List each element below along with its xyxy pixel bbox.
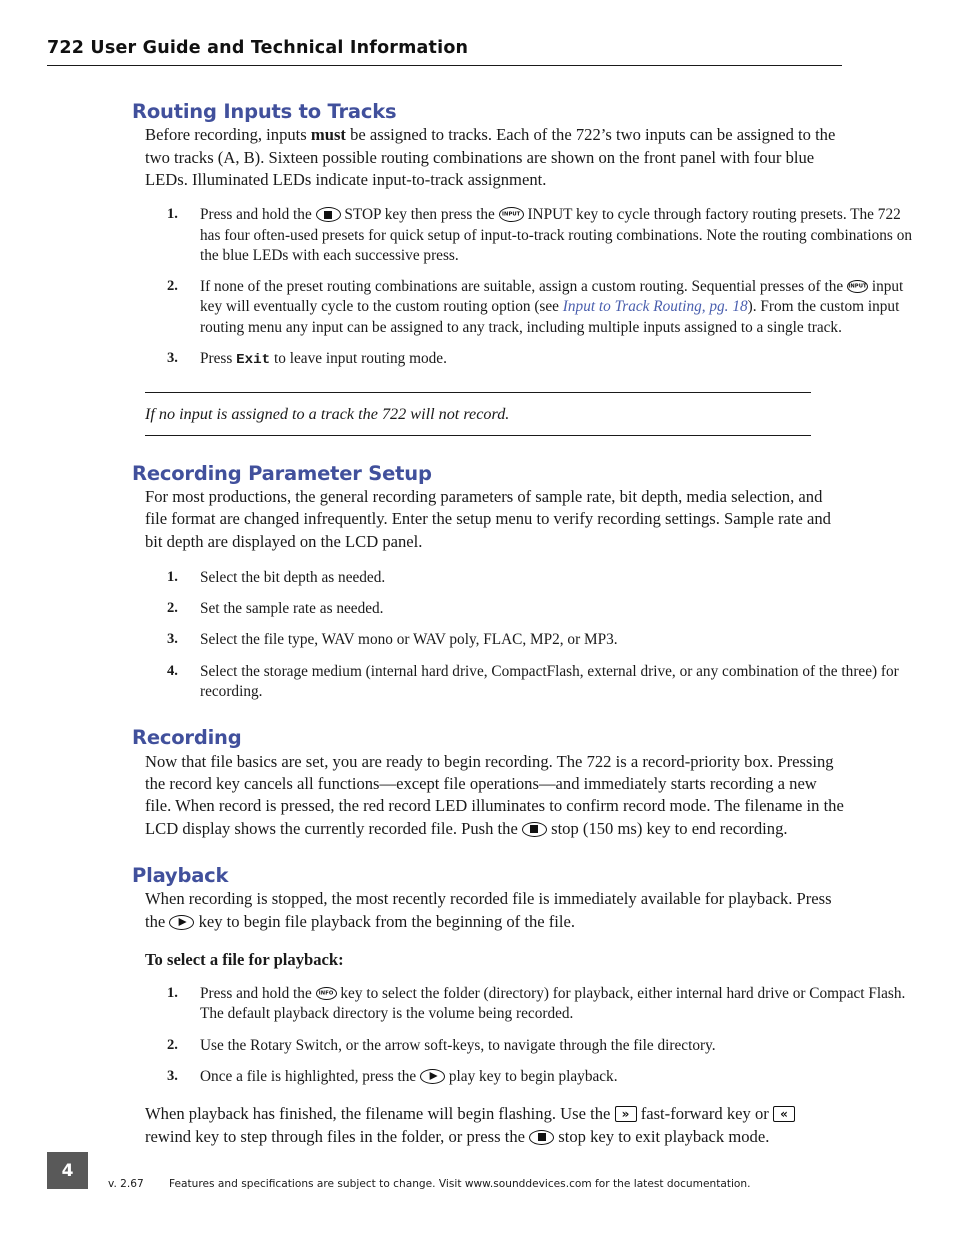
step-text: Select the storage medium (internal hard…	[200, 662, 899, 700]
routing-intro-bold: must	[310, 125, 346, 145]
step-number: 4.	[167, 662, 178, 679]
recording-setup-steps-list: 1. Select the bit depth as needed. 2. Set …	[47, 568, 899, 702]
section-heading-routing: Routing Inputs to Tracks	[132, 100, 397, 123]
step-number: 2.	[167, 1036, 178, 1053]
step-text-a: Once a file is highlighted, press the	[200, 1067, 421, 1085]
fast-forward-key-icon: »	[614, 1106, 637, 1123]
rewind-key-icon: «	[772, 1106, 795, 1123]
step-number: 3.	[167, 349, 178, 366]
list-item: 2. If none of the preset routing combinat…	[167, 277, 922, 338]
running-header: 722 User Guide and Technical Information	[47, 38, 842, 66]
step-number: 2.	[167, 600, 178, 617]
page-number-badge: 4	[47, 1152, 88, 1189]
input-key-icon: INPUT	[498, 207, 524, 223]
input-key-icon: INPUT	[847, 280, 868, 294]
section-heading-recording: Recording	[132, 726, 242, 750]
step-text-a: Press and hold the	[200, 206, 316, 224]
stop-key-icon	[315, 207, 341, 223]
list-item: 3. Select the file type, WAV mono or WAV …	[167, 630, 922, 650]
play-triangle-glyph	[178, 918, 187, 927]
fast-forward-chevron-glyph: »	[621, 1107, 630, 1122]
step-text-b: STOP key then press the	[340, 206, 499, 224]
section-heading-recording-setup: Recording Parameter Setup	[132, 461, 432, 485]
step-number: 3.	[167, 631, 178, 648]
recording-setup-intro: For most productions, the general record…	[145, 486, 831, 551]
stop-key-icon	[521, 821, 547, 837]
note-rule-bottom	[145, 434, 811, 436]
document-content: Routing Inputs to Tracks Before recordin…	[47, 100, 912, 1148]
step-number: 1.	[167, 568, 178, 585]
step-number: 3.	[167, 1067, 178, 1084]
step-text-b: to leave input routing mode.	[270, 349, 447, 367]
stop-key-icon	[529, 1129, 555, 1145]
step-text-a: Use the Rotary Switch, or the arrow soft…	[200, 1036, 716, 1054]
step-number: 1.	[167, 206, 178, 223]
running-header-rule	[47, 65, 842, 66]
cross-reference-link[interactable]: Input to Track Routing, pg. 18	[563, 298, 748, 315]
step-text-a: If none of the preset routing combinatio…	[200, 278, 847, 296]
list-item: 3. Once a file is highlighted, press the …	[167, 1067, 922, 1087]
info-key-label: INFO	[318, 990, 334, 997]
playback-steps-list: 1. Press and hold the INFO key to select …	[47, 984, 905, 1087]
playback-closing-d: stop key to exit playback mode.	[554, 1126, 770, 1146]
input-key-label: INPUT	[501, 211, 521, 218]
stop-square-glyph	[537, 1133, 546, 1142]
stop-square-glyph	[530, 825, 539, 834]
playback-closing-a: When playback has finished, the filename…	[145, 1104, 615, 1124]
step-number: 1.	[167, 985, 178, 1002]
list-item: 4. Select the storage medium (internal ha…	[167, 662, 922, 703]
list-item: 2. Use the Rotary Switch, or the arrow so…	[167, 1036, 922, 1056]
playback-closing-b: fast-forward key or	[636, 1104, 773, 1124]
step-text-b: play key to begin playback.	[445, 1067, 618, 1085]
document-page: 722 User Guide and Technical Information…	[0, 0, 954, 1235]
routing-intro-a: Before recording, inputs	[145, 125, 311, 145]
exit-command-text: Exit	[236, 351, 271, 368]
section-heading-playback: Playback	[132, 863, 229, 887]
routing-intro-paragraph: Before recording, inputs must be assigne…	[145, 124, 845, 191]
recording-text-b: stop (150 ms) key to end recording.	[546, 818, 788, 838]
list-item: 1. Select the bit depth as needed.	[167, 568, 922, 588]
note-text: If no input is assigned to a track the 7…	[145, 404, 510, 423]
list-item: 1. Press and hold the INFO key to select …	[167, 984, 922, 1025]
step-text-a: Press	[200, 349, 237, 367]
rewind-chevron-glyph: «	[780, 1107, 788, 1122]
step-number: 2.	[167, 278, 178, 295]
input-key-label: INPUT	[848, 283, 867, 290]
routing-steps-list: 1. Press and hold the STOP key then press…	[47, 205, 912, 369]
playback-subheading: To select a file for playback:	[145, 949, 344, 969]
list-item: 1. Press and hold the STOP key then press…	[167, 205, 922, 266]
page-footer: 4 v. 2.67 Features and specifications ar…	[0, 1152, 954, 1212]
list-item: 3. Press Exit to leave input routing mode…	[167, 349, 922, 370]
recording-paragraph: Now that file basics are set, you are re…	[145, 751, 845, 840]
play-key-icon	[420, 1068, 446, 1084]
info-key-icon: INFO	[315, 987, 337, 1001]
step-text: Select the bit depth as needed.	[200, 568, 386, 586]
playback-closing-c: rewind key to step through files in the …	[145, 1126, 530, 1146]
note-block: If no input is assigned to a track the 7…	[145, 391, 811, 436]
step-text: Select the file type, WAV mono or WAV po…	[200, 631, 618, 649]
footer-version-text: v. 2.67	[108, 1178, 144, 1190]
play-key-icon	[169, 914, 195, 930]
playback-intro-b: key to begin file playback from the begi…	[194, 911, 576, 931]
footer-disclaimer-text: Features and specifications are subject …	[169, 1178, 751, 1190]
running-header-title: 722 User Guide and Technical Information	[47, 38, 469, 58]
step-text: Set the sample rate as needed.	[200, 600, 384, 618]
play-triangle-glyph	[429, 1072, 438, 1081]
playback-closing-paragraph: When playback has finished, the filename…	[145, 1103, 845, 1148]
list-item: 2. Set the sample rate as needed.	[167, 599, 922, 619]
playback-intro-paragraph: When recording is stopped, the most rece…	[145, 888, 845, 933]
stop-square-glyph	[324, 210, 333, 219]
step-text-a: Press and hold the	[200, 985, 316, 1003]
